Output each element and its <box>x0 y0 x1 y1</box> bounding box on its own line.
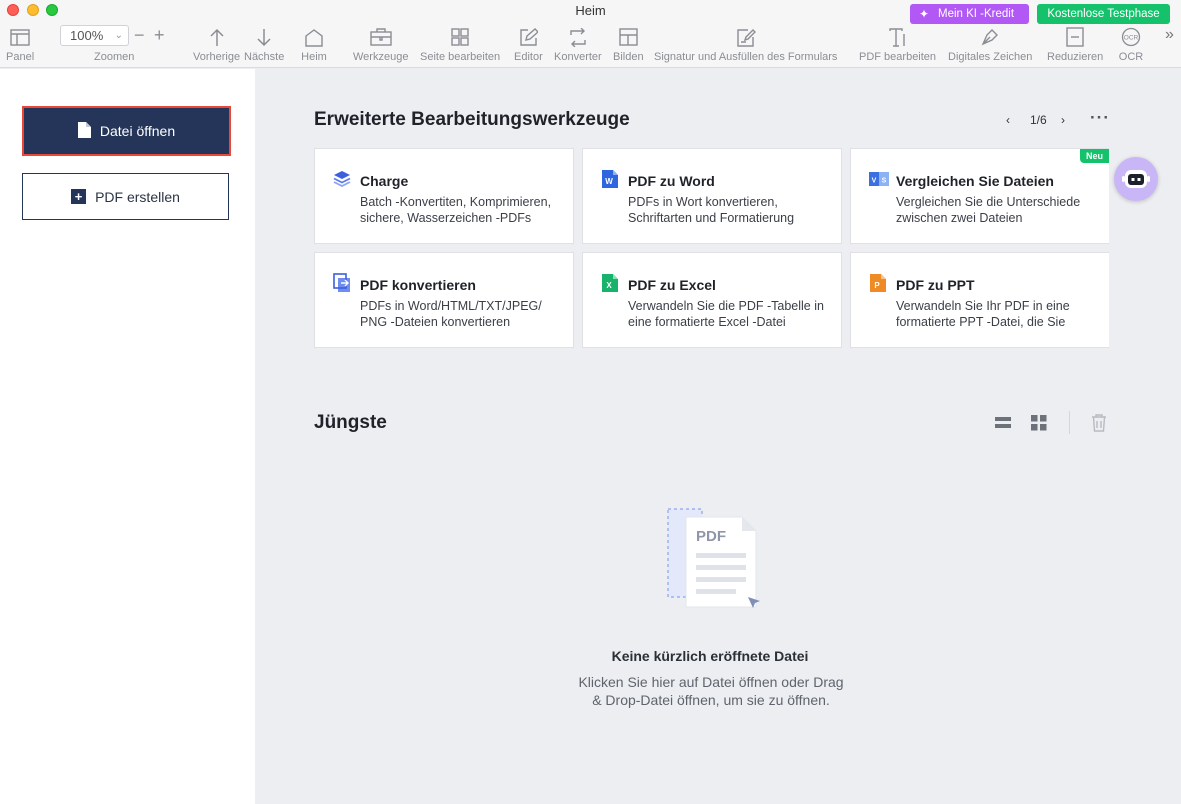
chevron-down-icon: ⌄ <box>114 30 123 41</box>
list-view-icon[interactable] <box>994 415 1012 436</box>
ocr-button[interactable]: OCR OCR <box>1118 26 1144 63</box>
tool-card-pdf-to-excel[interactable]: X PDF zu Excel Verwandeln Sie die PDF -T… <box>582 252 842 348</box>
arrow-up-icon <box>204 26 230 48</box>
ocr-icon: OCR <box>1118 26 1144 48</box>
svg-text:OCR: OCR <box>1124 35 1139 42</box>
sign-form-button[interactable]: Signatur und Ausfüllen des Formulars <box>654 26 837 63</box>
svg-text:P: P <box>874 281 880 290</box>
toolbar-overflow-icon[interactable]: » <box>1165 26 1174 44</box>
briefcase-icon <box>368 26 394 48</box>
convert-doc-icon <box>332 273 352 293</box>
tool-card-pdf-to-word[interactable]: W PDF zu Word PDFs in Wort konvertieren,… <box>582 148 842 244</box>
recent-title: Jüngste <box>314 412 387 433</box>
converter-button[interactable]: Konverter <box>554 26 602 63</box>
svg-text:V: V <box>872 178 877 185</box>
zoom-select[interactable]: 100% ⌄ <box>60 25 129 46</box>
pen-nib-icon <box>977 26 1003 48</box>
home-button[interactable]: Heim <box>301 26 327 63</box>
home-icon <box>301 26 327 48</box>
compare-icon: VS <box>868 169 889 189</box>
svg-text:W: W <box>605 177 613 186</box>
pager-prev-icon[interactable]: ‹ <box>1006 113 1010 127</box>
tool-card-compare-files[interactable]: Neu VS Vergleichen Sie Dateien Vergleich… <box>850 148 1109 244</box>
empty-state-title: Keine kürzlich eröffnete Datei <box>611 648 809 664</box>
free-trial-button[interactable]: Kostenlose Testphase <box>1037 4 1170 24</box>
open-file-button[interactable]: Datei öffnen <box>22 106 231 156</box>
plus-icon: + <box>71 189 87 204</box>
layers-icon <box>332 169 352 189</box>
edit-page-button[interactable]: Seite bearbeiten <box>420 26 500 63</box>
convert-icon <box>565 26 591 48</box>
pager-indicator: 1/6 <box>1030 113 1047 127</box>
illustration-pdf-label: PDF <box>696 528 726 545</box>
svg-text:S: S <box>882 178 887 185</box>
zoom-label: Zoomen <box>94 51 135 63</box>
svg-text:X: X <box>606 281 612 290</box>
tool-card-convert-pdf[interactable]: PDF konvertieren PDFs in Word/HTML/TXT/J… <box>314 252 574 348</box>
create-pdf-button[interactable]: + PDF erstellen <box>22 173 229 220</box>
toolbar: Heim ✦ Mein KI -Kredit Kostenlose Testph… <box>0 0 1181 68</box>
view-divider <box>1069 411 1070 434</box>
digital-sign-button[interactable]: Digitales Zeichen <box>948 26 1032 63</box>
advanced-tools-title: Erweiterte Bearbeitungswerkzeuge <box>314 109 630 130</box>
sparkle-icon: ✦ <box>919 7 930 21</box>
edit-icon <box>515 26 541 48</box>
text-tool-icon <box>885 26 911 48</box>
ai-assistant-button[interactable] <box>1114 157 1158 201</box>
trash-icon[interactable] <box>1090 413 1108 438</box>
file-icon <box>77 121 91 141</box>
more-options-icon[interactable]: ··· <box>1090 108 1110 128</box>
new-badge: Neu <box>1079 149 1109 163</box>
ki-credit-button[interactable]: ✦ Mein KI -Kredit <box>910 4 1029 24</box>
grid-view-icon[interactable] <box>1030 414 1048 437</box>
powerpoint-icon: P <box>868 273 888 293</box>
signature-icon <box>733 26 759 48</box>
panel-button[interactable]: Panel <box>6 26 34 63</box>
pager-next-icon[interactable]: › <box>1061 113 1065 127</box>
reduce-button[interactable]: Reduzieren <box>1047 26 1103 63</box>
image-layout-icon <box>615 26 641 48</box>
word-icon: W <box>600 169 620 189</box>
arrow-down-icon <box>251 26 277 48</box>
tools-button[interactable]: Werkzeuge <box>353 26 408 63</box>
grid-icon <box>447 26 473 48</box>
editor-button[interactable]: Editor <box>514 26 543 63</box>
pdf-edit-button[interactable]: PDF bearbeiten <box>859 26 936 63</box>
tool-card-batch[interactable]: Charge Batch -Konvertiten, Komprimieren,… <box>314 148 574 244</box>
zoom-out-button[interactable]: − <box>134 25 145 45</box>
compress-icon <box>1062 26 1088 48</box>
excel-icon: X <box>600 273 620 293</box>
empty-state-description[interactable]: Klicken Sie hier auf Datei öffnen oder D… <box>575 673 847 709</box>
tool-card-pdf-to-ppt[interactable]: P PDF zu PPT Verwandeln Sie Ihr PDF in e… <box>850 252 1109 348</box>
images-button[interactable]: Bilden <box>613 26 644 63</box>
robot-icon <box>1114 170 1158 205</box>
zoom-in-button[interactable]: + <box>154 25 165 45</box>
empty-pdf-illustration: PDF <box>660 505 770 620</box>
next-page-button[interactable]: Nächste <box>244 26 284 63</box>
prev-page-button[interactable]: Vorherige <box>193 26 240 63</box>
panel-icon <box>7 26 33 48</box>
